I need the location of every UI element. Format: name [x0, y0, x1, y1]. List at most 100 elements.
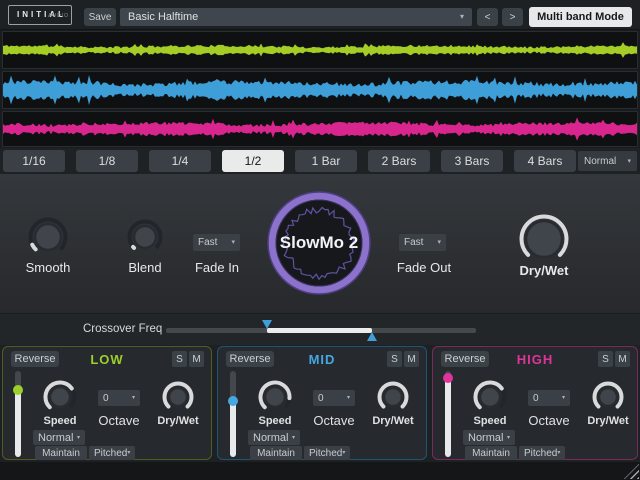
- band-dry-wet-knob[interactable]: [162, 381, 194, 413]
- band-mode-value: Normal: [38, 432, 73, 444]
- solo-button[interactable]: S: [387, 351, 402, 367]
- blend-knob[interactable]: [127, 219, 163, 255]
- chevron-down-icon: ▾: [460, 13, 464, 21]
- mute-button[interactable]: M: [404, 351, 419, 367]
- band-level-handle[interactable]: [228, 396, 238, 406]
- pitch-mode-dropdown[interactable]: Pitched ▾: [304, 446, 350, 460]
- time-button-4-bars[interactable]: 4 Bars: [514, 150, 576, 172]
- time-button-2-bars[interactable]: 2 Bars: [368, 150, 430, 172]
- chevron-down-icon: ▾: [562, 395, 565, 401]
- pitch-mode-dropdown[interactable]: Pitched ▾: [519, 446, 565, 460]
- band-level-handle[interactable]: [13, 385, 23, 395]
- time-button-1-4[interactable]: 1/4: [149, 150, 211, 172]
- octave-dropdown[interactable]: 0 ▾: [98, 390, 140, 406]
- band-panel-mid: Reverse MID S M Speed 0 ▾ Octave Dry/Wet…: [217, 346, 427, 460]
- main-dry-wet-knob[interactable]: [519, 214, 569, 264]
- pitch-mode-value: Pitched: [94, 448, 127, 459]
- resize-handle-icon[interactable]: [624, 464, 639, 479]
- solo-button[interactable]: S: [598, 351, 613, 367]
- preset-value: Basic Halftime: [128, 11, 198, 23]
- time-division-row: 1/16 1/8 1/4 1/2 1 Bar 2 Bars 3 Bars 4 Bars Nor…: [0, 148, 640, 174]
- octave-dropdown[interactable]: 0 ▾: [313, 390, 355, 406]
- band-level-slider[interactable]: [443, 371, 453, 457]
- band-dry-wet-knob[interactable]: [377, 381, 409, 413]
- octave-dropdown[interactable]: 0 ▾: [528, 390, 570, 406]
- maintain-button[interactable]: Maintain: [465, 446, 517, 460]
- save-button[interactable]: Save: [84, 8, 116, 26]
- octave-value: 0: [103, 393, 109, 404]
- waveform-panel-high: [2, 111, 638, 147]
- band-speed-knob[interactable]: [473, 380, 507, 414]
- time-button-1-16[interactable]: 1/16: [3, 150, 65, 172]
- crossover-high-handle[interactable]: [367, 332, 377, 341]
- waveform-panel-low: [2, 31, 638, 69]
- octave-value: 0: [533, 393, 539, 404]
- band-level-slider[interactable]: [13, 371, 23, 457]
- band-speed-label: Speed: [460, 415, 520, 427]
- crossover-section: Crossover Freq: [0, 313, 640, 345]
- waveform-panel-mid: [2, 71, 638, 109]
- preset-dropdown[interactable]: Basic Halftime ▾: [120, 8, 472, 26]
- chevron-down-icon: ▾: [347, 395, 350, 401]
- maintain-button[interactable]: Maintain: [250, 446, 302, 460]
- time-button-1-8[interactable]: 1/8: [76, 150, 138, 172]
- band-mode-dropdown[interactable]: Normal ▾: [33, 430, 85, 445]
- chevron-down-icon: ▾: [557, 450, 560, 456]
- mute-button[interactable]: M: [189, 351, 204, 367]
- fade-in-value: Fast: [198, 237, 217, 248]
- band-dry-wet-label: Dry/Wet: [578, 415, 638, 427]
- band-mode-dropdown[interactable]: Normal ▾: [463, 430, 515, 445]
- chevron-down-icon: ▾: [342, 450, 345, 456]
- band-mode-value: Normal: [468, 432, 503, 444]
- pitch-mode-dropdown[interactable]: Pitched ▾: [89, 446, 135, 460]
- band-level-handle[interactable]: [443, 373, 453, 383]
- maintain-button[interactable]: Maintain: [35, 446, 87, 460]
- time-button-1-2[interactable]: 1/2: [222, 150, 284, 172]
- band-dry-wet-label: Dry/Wet: [148, 415, 208, 427]
- initial-audio-logo: INITIAL AUDIO: [8, 5, 72, 25]
- chevron-down-icon: ▾: [507, 435, 510, 441]
- band-mode-dropdown[interactable]: Normal ▾: [248, 430, 300, 445]
- band-speed-knob[interactable]: [258, 380, 292, 414]
- band-speed-knob[interactable]: [43, 380, 77, 414]
- band-dry-wet-label: Dry/Wet: [363, 415, 423, 427]
- high-band-waveform: [3, 112, 637, 146]
- prev-preset-button[interactable]: <: [477, 8, 498, 26]
- band-speed-label: Speed: [245, 415, 305, 427]
- fade-out-dropdown[interactable]: Fast ▾: [399, 234, 446, 251]
- playback-mode-dropdown[interactable]: Normal ▾: [578, 151, 637, 171]
- chevron-down-icon: ▾: [292, 435, 295, 441]
- fade-out-label: Fade Out: [394, 260, 454, 275]
- multi-band-mode-button[interactable]: Multi band Mode: [529, 7, 632, 27]
- plugin-title: SlowMo 2: [265, 233, 373, 253]
- band-panel-low: Reverse LOW S M Speed 0 ▾ Octave Dry/Wet…: [2, 346, 212, 460]
- smooth-knob[interactable]: [28, 217, 68, 257]
- pitch-mode-value: Pitched: [524, 448, 557, 459]
- band-dry-wet-knob[interactable]: [592, 381, 624, 413]
- top-bar: INITIAL AUDIO Save Basic Halftime ▾ < > …: [0, 0, 640, 30]
- slowmo2-plugin-window: INITIAL AUDIO Save Basic Halftime ▾ < > …: [0, 0, 640, 480]
- main-controls-section: Smooth Blend Fast ▾ Fade In SlowMo 2 Fas…: [0, 174, 640, 313]
- time-button-3-bars[interactable]: 3 Bars: [441, 150, 503, 172]
- logo-subtext: AUDIO: [48, 7, 69, 25]
- crossover-track[interactable]: [166, 328, 476, 333]
- crossover-low-handle[interactable]: [262, 320, 272, 329]
- band-level-fill: [15, 390, 21, 457]
- band-level-fill: [230, 401, 236, 457]
- fade-out-value: Fast: [404, 237, 423, 248]
- crossover-range-fill: [267, 328, 372, 333]
- chevron-down-icon: ▾: [127, 450, 130, 456]
- band-speed-label: Speed: [30, 415, 90, 427]
- next-preset-button[interactable]: >: [502, 8, 523, 26]
- fade-in-dropdown[interactable]: Fast ▾: [193, 234, 240, 251]
- playback-mode-value: Normal: [584, 156, 616, 167]
- slowmo-logo-circle: SlowMo 2: [265, 189, 373, 297]
- waveform-display-area: [0, 30, 640, 148]
- band-level-fill: [445, 378, 451, 457]
- mute-button[interactable]: M: [615, 351, 630, 367]
- octave-value: 0: [318, 393, 324, 404]
- time-button-1-bar[interactable]: 1 Bar: [295, 150, 357, 172]
- bands-row: Reverse LOW S M Speed 0 ▾ Octave Dry/Wet…: [0, 345, 640, 462]
- solo-button[interactable]: S: [172, 351, 187, 367]
- band-level-slider[interactable]: [228, 371, 238, 457]
